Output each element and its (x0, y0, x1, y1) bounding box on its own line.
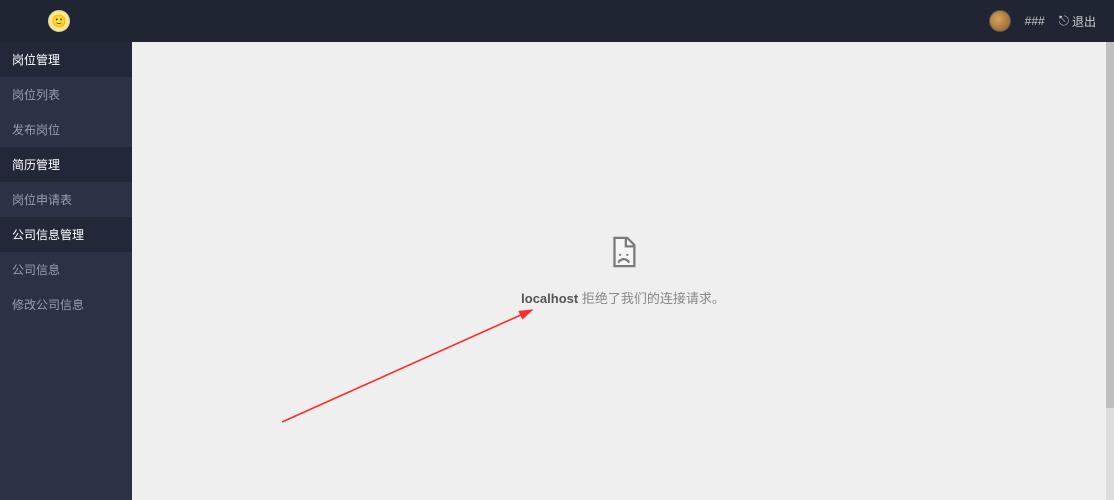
avatar[interactable] (989, 10, 1011, 32)
nav-group-posts[interactable]: 岗位管理 (0, 42, 132, 77)
nav-item-company-info[interactable]: 公司信息 (0, 252, 132, 287)
nav-item-post-list[interactable]: 岗位列表 (0, 77, 132, 112)
main-content: localhost 拒绝了我们的连接请求。 (132, 42, 1114, 500)
nav-group-resume[interactable]: 简历管理 (0, 147, 132, 182)
logo-icon[interactable]: 🙂 (48, 10, 70, 32)
logout-button[interactable]: ⎋ 退出 (1059, 13, 1096, 30)
error-host: localhost (521, 291, 578, 306)
nav-item-post-publish[interactable]: 发布岗位 (0, 112, 132, 147)
container: 岗位管理 岗位列表 发布岗位 简历管理 岗位申请表 公司信息管理 公司信息 修改… (0, 42, 1114, 500)
nav-item-company-edit[interactable]: 修改公司信息 (0, 287, 132, 322)
sidebar: 岗位管理 岗位列表 发布岗位 简历管理 岗位申请表 公司信息管理 公司信息 修改… (0, 42, 132, 500)
nav-item-application-table[interactable]: 岗位申请表 (0, 182, 132, 217)
broken-page-icon (606, 235, 640, 272)
error-suffix: 拒绝了我们的连接请求。 (578, 291, 725, 306)
logout-label: 退出 (1072, 13, 1096, 30)
topbar-left: 🙂 (18, 10, 70, 32)
topbar: 🙂 ### ⎋ 退出 (0, 0, 1114, 42)
topbar-right: ### ⎋ 退出 (989, 10, 1096, 32)
error-message: localhost 拒绝了我们的连接请求。 (521, 288, 725, 307)
username-label: ### (1025, 14, 1045, 28)
vertical-scrollbar[interactable] (1106, 42, 1114, 500)
nav-group-company[interactable]: 公司信息管理 (0, 217, 132, 252)
logout-icon: ⎋ (1059, 13, 1069, 29)
scrollbar-thumb[interactable] (1106, 42, 1114, 408)
